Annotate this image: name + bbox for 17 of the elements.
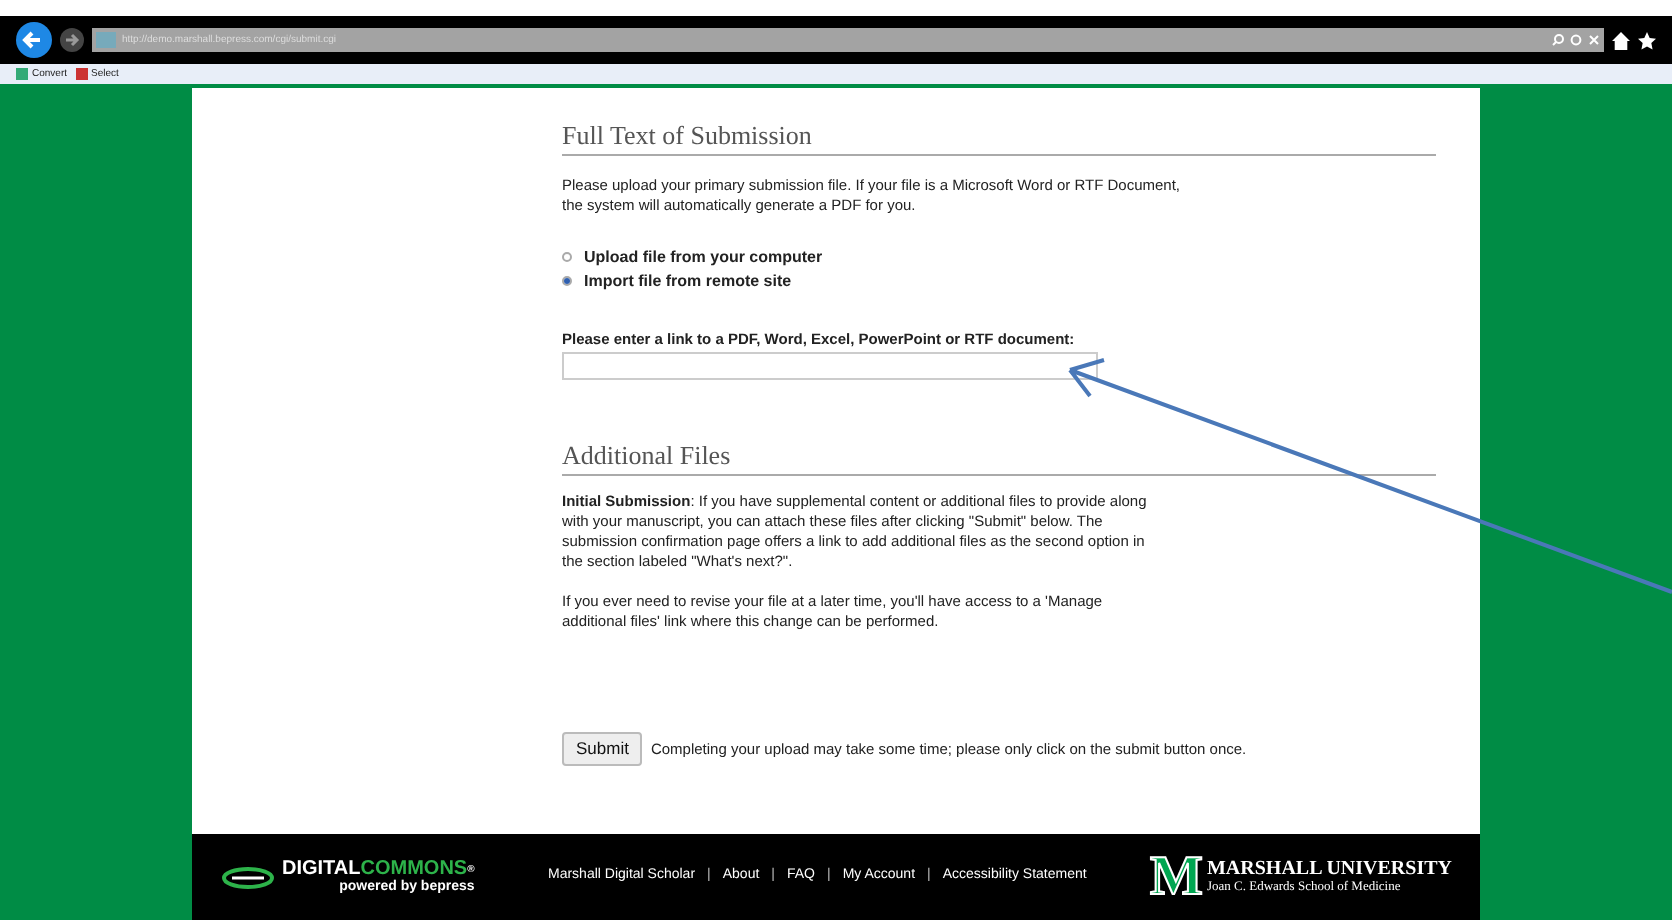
home-icon[interactable]	[1612, 31, 1630, 49]
submit-button[interactable]: Submit	[562, 732, 643, 765]
star-icon[interactable]	[1638, 31, 1656, 49]
logo-swoosh-icon	[220, 865, 276, 889]
university-name: MARSHALL UNIVERSITY	[1206, 858, 1452, 880]
forward-icon[interactable]	[60, 28, 84, 52]
back-icon[interactable]	[16, 22, 52, 58]
radio-button[interactable]	[562, 252, 572, 262]
radio-button[interactable]	[562, 276, 572, 286]
radio-label: Upload file from your computer	[584, 248, 823, 266]
section-heading: Full Text of Submission	[562, 120, 1436, 156]
link-input-field[interactable]	[562, 352, 1098, 380]
section-heading: Additional Files	[562, 440, 1436, 476]
university-letter: M	[1150, 851, 1203, 903]
toolbar-icon	[75, 68, 88, 80]
radio-label: Import file from remote site	[584, 272, 792, 290]
toolbar-icon	[16, 68, 28, 80]
